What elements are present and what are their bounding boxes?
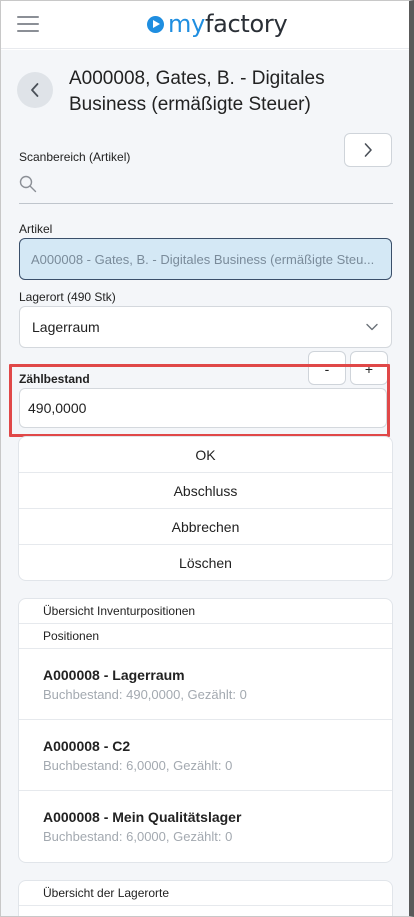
- lagerort-select[interactable]: Lagerraum: [19, 306, 392, 348]
- lagerorte-title: Übersicht der Lagerorte: [19, 881, 392, 906]
- logo-play-icon: [147, 15, 164, 33]
- scan-input[interactable]: [19, 170, 393, 204]
- logo: myfactory: [147, 10, 288, 38]
- position-detail: Buchbestand: 490,0000, Gezählt: 0: [43, 687, 247, 702]
- position-title: A000008 - Mein Qualitätslager: [43, 809, 242, 825]
- list-item[interactable]: A000008 - C2 Buchbestand: 6,0000, Gezähl…: [19, 720, 392, 791]
- chevron-left-icon: [31, 83, 39, 97]
- main-content: A000008, Gates, B. - Digitales Business …: [1, 50, 409, 916]
- article-field: A000008 - Gates, B. - Digitales Business…: [19, 238, 392, 280]
- positions-subtitle: Positionen: [19, 624, 392, 649]
- zaehlbestand-label: Zählbestand: [19, 372, 94, 386]
- abschluss-button[interactable]: Abschluss: [19, 473, 392, 509]
- overview-title: Übersicht Inventurpositionen: [19, 599, 392, 624]
- inventory-positions-card: Übersicht Inventurpositionen Positionen …: [18, 598, 393, 863]
- increment-button[interactable]: +: [350, 351, 388, 385]
- loeschen-button[interactable]: Löschen: [19, 545, 392, 581]
- list-item[interactable]: A000008 - Lagerraum Buchbestand: 490,000…: [19, 649, 392, 720]
- ok-button[interactable]: OK: [19, 437, 392, 473]
- abbrechen-button[interactable]: Abbrechen: [19, 509, 392, 545]
- lagerort-label: Lagerort (490 Stk): [19, 290, 116, 304]
- search-icon: [19, 175, 37, 193]
- storage-locations-card: Übersicht der Lagerorte: [18, 880, 393, 916]
- zaehlbestand-input[interactable]: 490,0000: [19, 388, 387, 428]
- scan-label: Scanbereich (Artikel): [19, 150, 131, 164]
- decrement-button[interactable]: -: [308, 351, 346, 385]
- chevron-down-icon: [366, 323, 378, 331]
- position-detail: Buchbestand: 6,0000, Gezählt: 0: [43, 829, 233, 844]
- lagerort-value: Lagerraum: [32, 319, 100, 335]
- action-menu: OK Abschluss Abbrechen Löschen: [18, 436, 393, 581]
- hamburger-icon[interactable]: [17, 16, 39, 34]
- logo-text: myfactory: [168, 10, 288, 38]
- article-label: Artikel: [19, 222, 53, 236]
- back-button[interactable]: [17, 72, 53, 108]
- page-title: A000008, Gates, B. - Digitales Business …: [69, 68, 325, 115]
- app-frame: myfactory A000008, Gates, B. - Digitales…: [0, 0, 414, 917]
- app-header: myfactory: [1, 1, 409, 49]
- position-detail: Buchbestand: 6,0000, Gezählt: 0: [43, 758, 233, 773]
- position-title: A000008 - Lagerraum: [43, 667, 185, 683]
- position-title: A000008 - C2: [43, 738, 131, 754]
- chevron-right-icon: [364, 143, 372, 157]
- list-item[interactable]: A000008 - Mein Qualitätslager Buchbestan…: [19, 791, 392, 862]
- next-button[interactable]: [344, 133, 392, 167]
